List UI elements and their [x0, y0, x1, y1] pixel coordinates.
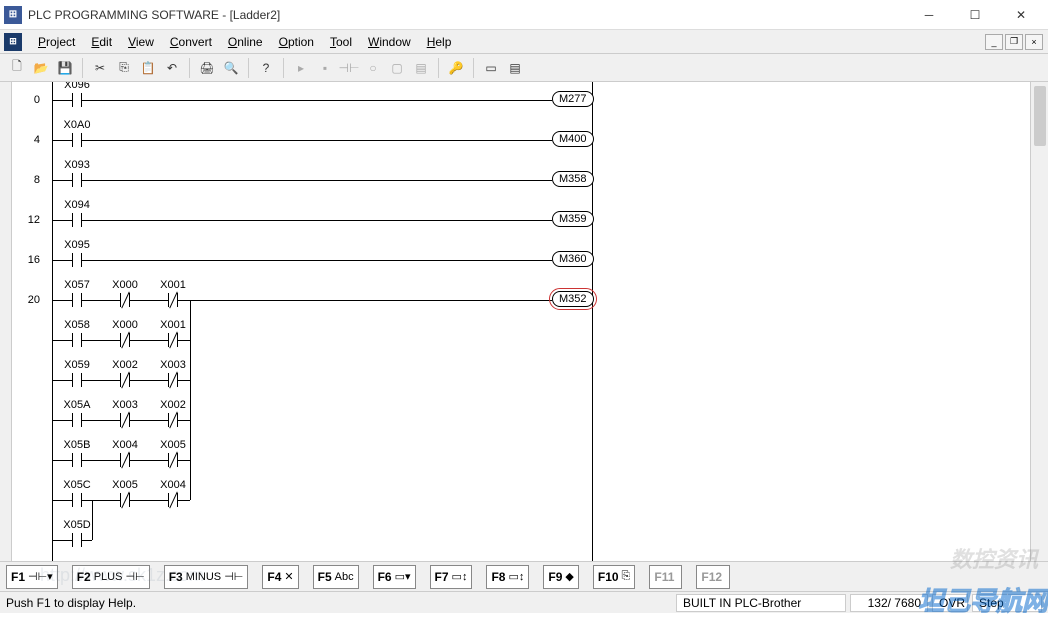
run-button[interactable]: ▸	[290, 57, 312, 79]
wire	[178, 460, 190, 461]
rung-number: 20	[28, 294, 40, 306]
wire	[82, 540, 92, 541]
help-button[interactable]: ?	[255, 57, 277, 79]
wire	[190, 300, 552, 301]
wire	[82, 140, 552, 141]
app-menu-icon: ⊞	[4, 33, 22, 51]
key-button[interactable]: 🔑	[445, 57, 467, 79]
fkey-f7[interactable]: F7▭↕	[430, 565, 473, 589]
menu-convert[interactable]: Convert	[162, 33, 220, 51]
fkey-f8[interactable]: F8▭↕	[486, 565, 529, 589]
window-title: PLC PROGRAMMING SOFTWARE - [Ladder2]	[28, 8, 906, 22]
title-bar: ⊞ PLC PROGRAMMING SOFTWARE - [Ladder2] ─…	[0, 0, 1048, 30]
wire	[178, 500, 190, 501]
right-rail	[592, 82, 593, 561]
fkey-f6[interactable]: F6▭▾	[373, 565, 416, 589]
print-button[interactable]: 🖨	[196, 57, 218, 79]
wire	[178, 420, 190, 421]
menu-edit[interactable]: Edit	[83, 33, 120, 51]
wire	[92, 500, 93, 540]
wire	[178, 340, 190, 341]
status-help-text: Push F1 to display Help.	[6, 596, 136, 610]
scrollbar[interactable]	[1030, 82, 1048, 561]
rung-number: 0	[34, 94, 40, 106]
menu-help[interactable]: Help	[419, 33, 460, 51]
mdi-restore-button[interactable]: ❐	[1005, 34, 1023, 50]
menu-window[interactable]: Window	[360, 33, 419, 51]
status-device: BUILT IN PLC-Brother	[676, 594, 846, 612]
diagram-area: 0X096M2774X0A0M4008X093M35812X094M35916X…	[0, 82, 1048, 561]
left-gutter	[0, 82, 12, 561]
wire	[82, 100, 552, 101]
menu-tool[interactable]: Tool	[322, 33, 360, 51]
fkey-f4[interactable]: F4✕	[262, 565, 298, 589]
fkey-f1[interactable]: F1⊣⊢▾	[6, 565, 58, 589]
print-preview-button[interactable]: 🔍	[220, 57, 242, 79]
coil-M400[interactable]: M400	[552, 131, 594, 147]
coil-M360[interactable]: M360	[552, 251, 594, 267]
fkey-f9[interactable]: F9◆	[543, 565, 578, 589]
save-button[interactable]: 💾	[54, 57, 76, 79]
menu-online[interactable]: Online	[220, 33, 271, 51]
new-button[interactable]: 🗋	[6, 57, 28, 79]
mdi-minimize-button[interactable]: _	[985, 34, 1003, 50]
menu-view[interactable]: View	[120, 33, 162, 51]
scroll-thumb[interactable]	[1034, 86, 1046, 146]
mdi-close-button[interactable]: ×	[1025, 34, 1043, 50]
window-button[interactable]: ▭	[480, 57, 502, 79]
wire	[178, 380, 190, 381]
menu-project[interactable]: Project	[30, 33, 83, 51]
stop-button[interactable]: ▪	[314, 57, 336, 79]
fkey-f5[interactable]: F5Abc	[313, 565, 359, 589]
fkey-f12: F12	[696, 565, 730, 589]
fkey-f2[interactable]: F2PLUS ⊣⊢	[72, 565, 150, 589]
open-button[interactable]: 📂	[30, 57, 52, 79]
cut-button[interactable]: ✂	[89, 57, 111, 79]
menu-bar: ⊞ ProjectEditViewConvertOnlineOptionTool…	[0, 30, 1048, 54]
coil-tool-button[interactable]: ○	[362, 57, 384, 79]
fkey-f3[interactable]: F3MINUS ⊣⊢	[164, 565, 249, 589]
app-icon: ⊞	[4, 6, 22, 24]
wire	[82, 220, 552, 221]
rung-number: 8	[34, 174, 40, 186]
rung-number: 12	[28, 214, 40, 226]
wire	[178, 300, 190, 301]
coil-M358[interactable]: M358	[552, 171, 594, 187]
rung-number: 16	[28, 254, 40, 266]
status-extra: Step	[972, 594, 1042, 612]
status-mode: OVR	[932, 594, 968, 612]
wire	[190, 300, 191, 500]
ladder-diagram[interactable]: 0X096M2774X0A0M4008X093M35812X094M35916X…	[12, 82, 1030, 561]
fkey-f11: F11	[649, 565, 682, 589]
wire	[82, 180, 552, 181]
maximize-button[interactable]: ☐	[952, 1, 998, 29]
close-button[interactable]: ✕	[998, 1, 1044, 29]
toolbar: 🗋 📂 💾 ✂ ⎘ 📋 ↶ 🖨 🔍 ? ▸ ▪ ⊣⊢ ○ ▢ ▤ 🔑 ▭ ▤	[0, 54, 1048, 82]
coil-M277[interactable]: M277	[552, 91, 594, 107]
minimize-button[interactable]: ─	[906, 1, 952, 29]
contact-tool-button[interactable]: ⊣⊢	[338, 57, 360, 79]
list-button[interactable]: ▤	[504, 57, 526, 79]
coil-M359[interactable]: M359	[552, 211, 594, 227]
status-steps: 132/ 7680	[850, 594, 928, 612]
wire	[82, 260, 552, 261]
coil-M352[interactable]: M352	[552, 291, 594, 307]
fkey-f10[interactable]: F10⎘	[593, 565, 636, 589]
left-rail	[52, 82, 53, 561]
register-button[interactable]: ▤	[410, 57, 432, 79]
undo-button[interactable]: ↶	[161, 57, 183, 79]
box-tool-button[interactable]: ▢	[386, 57, 408, 79]
menu-option[interactable]: Option	[271, 33, 322, 51]
paste-button[interactable]: 📋	[137, 57, 159, 79]
copy-button[interactable]: ⎘	[113, 57, 135, 79]
rung-number: 4	[34, 134, 40, 146]
status-bar: Push F1 to display Help. BUILT IN PLC-Br…	[0, 591, 1048, 613]
function-key-bar: F1⊣⊢▾ F2PLUS ⊣⊢ F3MINUS ⊣⊢ F4✕ F5Abc F6▭▾ F7▭↕…	[0, 561, 1048, 591]
